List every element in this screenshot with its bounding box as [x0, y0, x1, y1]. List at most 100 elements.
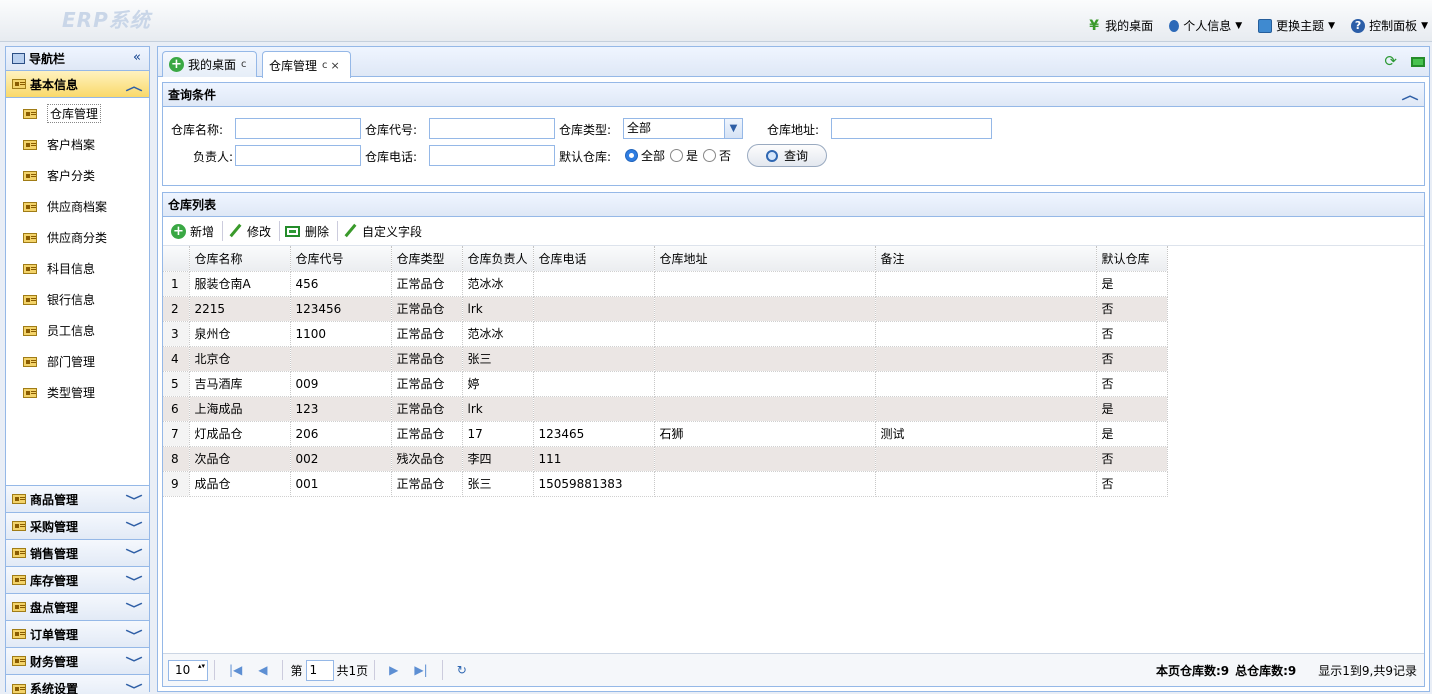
column-header[interactable]: 备注 — [875, 246, 1097, 272]
table-row[interactable]: 9 成品仓 001 正常品仓 张三 15059881383 否 — [163, 471, 1168, 497]
column-header[interactable]: 仓库负责人 — [462, 246, 534, 272]
chevron-up-icon[interactable]: ︿ — [1402, 86, 1419, 103]
group-settings[interactable]: 系统设置 ﹀ — [6, 675, 149, 694]
card-icon — [23, 387, 37, 398]
list-panel: 仓库列表 + 新增 修改 删除 自定义字段 仓库名称 仓库代号 仓库类型 仓库负责… — [162, 192, 1425, 687]
sidebar-item-type[interactable]: 类型管理 — [6, 377, 149, 408]
table-row[interactable]: 4 北京仓 正常品仓 张三 否 — [163, 346, 1168, 372]
page-size-select[interactable]: 10 — [168, 659, 208, 681]
chevron-down-icon[interactable]: ﹀ — [126, 627, 143, 644]
owner-input[interactable] — [235, 145, 361, 166]
menu-personal-info[interactable]: 个人信息 ▼ — [1169, 17, 1242, 34]
group-product[interactable]: 商品管理 ﹀ — [6, 486, 149, 513]
close-tab-icon[interactable]: × — [331, 59, 340, 72]
group-inventory[interactable]: 库存管理 ﹀ — [6, 567, 149, 594]
table-row[interactable]: 8 次品仓 002 残次品仓 李四 111 否 — [163, 446, 1168, 472]
menu-change-theme[interactable]: 更换主题 ▼ — [1258, 17, 1335, 34]
chevron-down-icon[interactable]: ﹀ — [126, 654, 143, 671]
tab-my-desktop[interactable]: + 我的桌面 c — [162, 51, 257, 77]
sidebar-item-customer-category[interactable]: 客户分类 — [6, 160, 149, 191]
chevron-down-icon[interactable]: ﹀ — [126, 492, 143, 509]
column-header[interactable]: 仓库地址 — [654, 246, 876, 272]
collapse-sidebar-icon[interactable]: « — [133, 50, 141, 65]
warehouse-code-input[interactable] — [429, 118, 555, 139]
column-header[interactable]: 仓库名称 — [189, 246, 291, 272]
search-button[interactable]: 查询 — [747, 144, 827, 167]
table-row[interactable]: 6 上海成品 123 正常品仓 lrk 是 — [163, 396, 1168, 422]
card-icon — [12, 548, 26, 558]
chevron-down-icon[interactable]: ﹀ — [126, 600, 143, 617]
chevron-down-icon[interactable]: ▼ — [724, 119, 742, 138]
refresh-icon[interactable]: ⟳ — [1384, 54, 1397, 69]
sidebar-item-supplier-archive[interactable]: 供应商档案 — [6, 191, 149, 222]
warehouse-phone-input[interactable] — [429, 145, 555, 166]
radio-yes[interactable]: 是 — [670, 147, 698, 164]
sidebar-item-employee-info[interactable]: 员工信息 — [6, 315, 149, 346]
group-label: 基本信息 — [30, 77, 79, 92]
page-number-input[interactable]: 1 — [305, 659, 334, 681]
table-row[interactable]: 7 灯成品仓 206 正常品仓 17 123465 石狮 测试是 — [163, 421, 1168, 447]
warehouse-type-select[interactable]: 全部 ▼ — [623, 118, 743, 139]
group-basic-info[interactable]: 基本信息 ︿ — [6, 71, 149, 98]
table-row[interactable]: 1 服装仓南A 456 正常品仓 范冰冰 是 — [163, 271, 1168, 297]
card-icon — [12, 602, 26, 612]
chevron-down-icon[interactable]: ﹀ — [126, 519, 143, 536]
sidebar-item-department[interactable]: 部门管理 — [6, 346, 149, 377]
radio-no[interactable]: 否 — [703, 147, 731, 164]
sidebar-item-warehouse[interactable]: 仓库管理 — [6, 98, 149, 129]
column-header[interactable]: 仓库代号 — [290, 246, 392, 272]
group-label: 销售管理 — [30, 546, 79, 561]
first-page-icon[interactable]: |◀ — [229, 663, 242, 677]
warehouse-name-input[interactable] — [235, 118, 361, 139]
chevron-down-icon[interactable]: ﹀ — [126, 546, 143, 563]
maximize-icon[interactable] — [1411, 57, 1425, 67]
menu-control-panel[interactable]: ? 控制面板 ▼ — [1351, 17, 1428, 34]
last-page-icon[interactable]: ▶| — [414, 663, 427, 677]
table-row[interactable]: 3 泉州仓 1100 正常品仓 范冰冰 否 — [163, 321, 1168, 347]
table-row[interactable]: 2 2215 123456 正常品仓 lrk 否 — [163, 296, 1168, 322]
radio-unchecked-icon — [670, 149, 684, 162]
refresh-tab-icon[interactable]: c — [322, 60, 328, 71]
tab-warehouse[interactable]: 仓库管理 c × — [262, 51, 351, 78]
group-purchase[interactable]: 采购管理 ﹀ — [6, 513, 149, 540]
warehouse-address-input[interactable] — [831, 118, 992, 139]
page-total: 共1页 — [336, 663, 369, 678]
radio-all[interactable]: 全部 — [625, 147, 665, 164]
table-cell: 正常品仓 — [391, 296, 463, 322]
chevron-down-icon[interactable]: ﹀ — [126, 573, 143, 590]
sidebar-item-customer-archive[interactable]: 客户档案 — [6, 129, 149, 160]
prev-page-icon[interactable]: ◀ — [258, 663, 267, 677]
table-row[interactable]: 5 吉马酒库 009 正常品仓婷 否 — [163, 371, 1168, 397]
pager-divider — [374, 660, 376, 680]
table-cell — [875, 446, 1097, 472]
next-page-icon[interactable]: ▶ — [389, 663, 398, 677]
card-icon — [23, 325, 37, 336]
custom-fields-button[interactable]: 自定义字段 — [340, 220, 428, 242]
sidebar-item-bank-info[interactable]: 银行信息 — [6, 284, 149, 315]
menu-my-desktop[interactable]: ¥ 我的桌面 — [1087, 17, 1153, 34]
group-sales[interactable]: 销售管理 ﹀ — [6, 540, 149, 567]
refresh-page-icon[interactable]: ↻ — [457, 663, 467, 677]
group-stocktake[interactable]: 盘点管理 ﹀ — [6, 594, 149, 621]
group-finance[interactable]: 财务管理 ﹀ — [6, 648, 149, 675]
column-header[interactable]: 默认仓库 — [1096, 246, 1168, 272]
table-cell — [654, 371, 876, 397]
column-header[interactable]: 仓库类型 — [391, 246, 463, 272]
select-value: 全部 — [627, 121, 652, 135]
card-icon — [12, 79, 26, 89]
table-cell — [533, 396, 655, 422]
chevron-up-icon[interactable]: ︿ — [126, 77, 143, 94]
refresh-tab-icon[interactable]: c — [241, 59, 247, 70]
column-header[interactable]: 仓库电话 — [533, 246, 655, 272]
chevron-down-icon[interactable]: ﹀ — [126, 681, 143, 694]
sidebar-title: 导航栏 — [29, 52, 66, 66]
add-button[interactable]: + 新增 — [168, 220, 220, 242]
table-cell: 123456 — [290, 296, 392, 322]
sidebar-item-subject-info[interactable]: 科目信息 — [6, 253, 149, 284]
row-number-cell: 2 — [163, 296, 190, 322]
sidebar-item-supplier-category[interactable]: 供应商分类 — [6, 222, 149, 253]
edit-button[interactable]: 修改 — [225, 220, 277, 242]
table-cell: 否 — [1096, 296, 1168, 322]
group-order[interactable]: 订单管理 ﹀ — [6, 621, 149, 648]
delete-button[interactable]: 删除 — [282, 220, 335, 242]
